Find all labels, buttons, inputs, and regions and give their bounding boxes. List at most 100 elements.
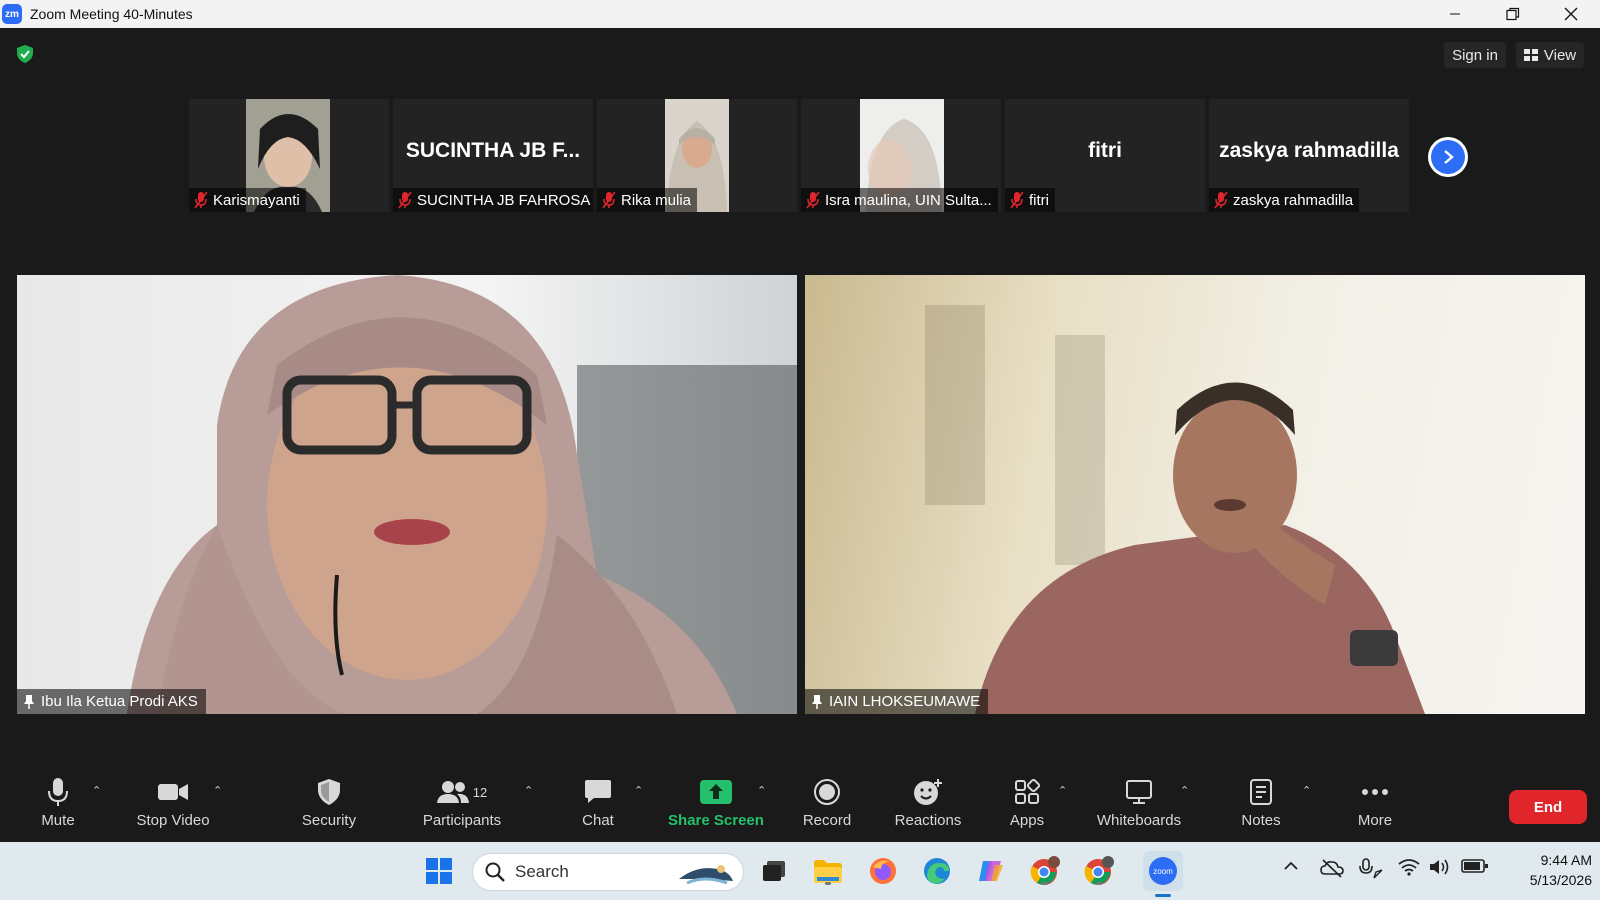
active-indicator	[1155, 894, 1171, 897]
whiteboards-options-caret[interactable]: ⌃	[1180, 784, 1189, 797]
apps-button[interactable]: Apps	[1006, 770, 1048, 842]
participant-name-label: Karismayanti	[189, 188, 306, 212]
notes-options-caret[interactable]: ⌃	[1302, 784, 1311, 797]
restore-button[interactable]	[1484, 0, 1542, 28]
taskbar-clock[interactable]: 9:44 AM 5/13/2026	[1496, 850, 1592, 890]
participant-name: fitri	[1029, 191, 1049, 209]
participant-name: Rika mulia	[621, 191, 692, 209]
participants-button[interactable]: 12 Participants	[418, 770, 506, 842]
chat-button[interactable]: Chat	[574, 770, 622, 842]
folder-icon	[814, 860, 842, 883]
onedrive-offline-icon[interactable]	[1320, 858, 1344, 878]
wifi-icon[interactable]	[1398, 858, 1420, 876]
participant-thumbnail[interactable]: SUCINTHA JB F... SUCINTHA JB FAHROSA	[393, 99, 593, 212]
apps-label: Apps	[1009, 812, 1045, 829]
chrome-profile-1-button[interactable]	[1028, 854, 1062, 888]
firefox-icon	[870, 858, 896, 884]
zoom-logo-icon: zm	[2, 4, 22, 24]
copilot-button[interactable]	[974, 854, 1008, 888]
mute-label: Mute	[41, 812, 75, 829]
whiteboards-button[interactable]: Whiteboards	[1092, 770, 1186, 842]
view-label: View	[1543, 46, 1577, 64]
participants-options-caret[interactable]: ⌃	[524, 784, 533, 797]
start-button[interactable]	[422, 854, 456, 888]
sign-in-button[interactable]: Sign in	[1444, 42, 1506, 68]
mute-button[interactable]: Mute	[28, 770, 88, 842]
security-button[interactable]: Security	[296, 770, 362, 842]
stop-video-label: Stop Video	[136, 812, 210, 829]
spotlight-pin-icon	[812, 694, 822, 709]
spotlight-pin-icon	[24, 694, 34, 709]
record-button[interactable]: Record	[800, 770, 854, 842]
task-view-button[interactable]	[757, 854, 791, 888]
participant-thumbnail[interactable]: Karismayanti	[189, 99, 389, 212]
battery-icon[interactable]	[1461, 858, 1489, 874]
participant-thumbnail[interactable]: fitri fitri	[1005, 99, 1205, 212]
chat-label: Chat	[582, 812, 614, 829]
file-explorer-button[interactable]	[811, 854, 845, 888]
video-camera-icon	[158, 784, 188, 800]
main-video-tile[interactable]: Ibu Ila Ketua Prodi AKS	[17, 275, 797, 714]
firefox-button[interactable]	[866, 854, 900, 888]
security-label: Security	[301, 812, 357, 829]
participant-thumbnail[interactable]: Isra maulina, UIN Sulta...	[801, 99, 1001, 212]
view-button[interactable]: View	[1516, 42, 1584, 68]
mic-muted-icon	[602, 191, 616, 209]
participant-name-label: Isra maulina, UIN Sulta...	[801, 188, 998, 212]
chat-options-caret[interactable]: ⌃	[634, 784, 643, 797]
reactions-button[interactable]: Reactions	[892, 770, 964, 842]
security-shield-icon	[318, 779, 340, 805]
window-titlebar: zm Zoom Meeting 40-Minutes	[0, 0, 1600, 28]
participant-name: SUCINTHA JB FAHROSA	[417, 191, 591, 209]
participant-name-label: Ibu Ila Ketua Prodi AKS	[17, 689, 206, 714]
audio-options-caret[interactable]: ⌃	[92, 784, 101, 797]
notes-icon	[1250, 779, 1272, 805]
participants-count: 12	[472, 784, 488, 800]
share-screen-button[interactable]: Share Screen	[668, 770, 764, 842]
window-title: Zoom Meeting 40-Minutes	[30, 6, 193, 22]
zoom-app-icon: zoom	[1149, 857, 1177, 885]
video-options-caret[interactable]: ⌃	[213, 784, 222, 797]
edge-button[interactable]	[920, 854, 954, 888]
windows-taskbar: Search zoom 9:44 AM 5/13/2026	[0, 842, 1600, 900]
share-options-caret[interactable]: ⌃	[757, 784, 766, 797]
minimize-icon	[1450, 13, 1460, 15]
notes-button[interactable]: Notes	[1236, 770, 1286, 842]
participant-display-name: fitri	[1088, 139, 1122, 162]
participant-name-label: IAIN LHOKSEUMAWE	[805, 689, 989, 714]
running-indicator	[1042, 882, 1048, 885]
end-meeting-button[interactable]: End	[1509, 790, 1587, 824]
search-placeholder: Search	[515, 862, 569, 881]
chrome-profile-2-button[interactable]	[1082, 854, 1116, 888]
volume-icon[interactable]	[1429, 858, 1451, 876]
grid-view-icon	[1523, 49, 1538, 61]
taskbar-search-box[interactable]: Search	[472, 853, 744, 891]
main-video-tile[interactable]: IAIN LHOKSEUMAWE	[805, 275, 1585, 714]
stop-video-button[interactable]: Stop Video	[130, 770, 216, 842]
participant-thumbnail[interactable]: zaskya rahmadilla zaskya rahmadilla	[1209, 99, 1409, 212]
participant-thumbnail[interactable]: Rika mulia	[597, 99, 797, 212]
participant-name: IAIN LHOKSEUMAWE	[829, 693, 981, 710]
zoom-taskbar-button[interactable]: zoom	[1143, 851, 1183, 897]
show-hidden-icons-chevron-icon[interactable]	[1283, 858, 1299, 874]
copilot-icon	[979, 861, 1003, 881]
more-button[interactable]: More	[1352, 770, 1398, 842]
apps-icon	[1015, 779, 1040, 804]
notes-label: Notes	[1241, 812, 1281, 829]
running-indicator	[1096, 882, 1102, 885]
encryption-shield-icon[interactable]	[15, 44, 35, 64]
chevron-right-icon	[1444, 150, 1454, 164]
participant-video-image	[127, 275, 797, 714]
next-page-button[interactable]	[1428, 137, 1468, 177]
close-button[interactable]	[1542, 0, 1600, 28]
apps-options-caret[interactable]: ⌃	[1058, 784, 1067, 797]
record-icon	[814, 779, 840, 805]
participants-icon	[436, 781, 469, 803]
task-view-icon	[763, 861, 785, 881]
microphone-in-use-icon[interactable]	[1358, 858, 1384, 880]
meeting-toolbar: Mute ⌃ Stop Video ⌃ Security 12 Particip…	[0, 770, 1600, 842]
participant-name-label: SUCINTHA JB FAHROSA	[393, 188, 593, 212]
minimize-button[interactable]	[1426, 0, 1484, 28]
search-icon	[485, 862, 505, 882]
participant-thumbnail-strip: Karismayanti SUCINTHA JB F... SUCINTHA J…	[189, 99, 1409, 212]
